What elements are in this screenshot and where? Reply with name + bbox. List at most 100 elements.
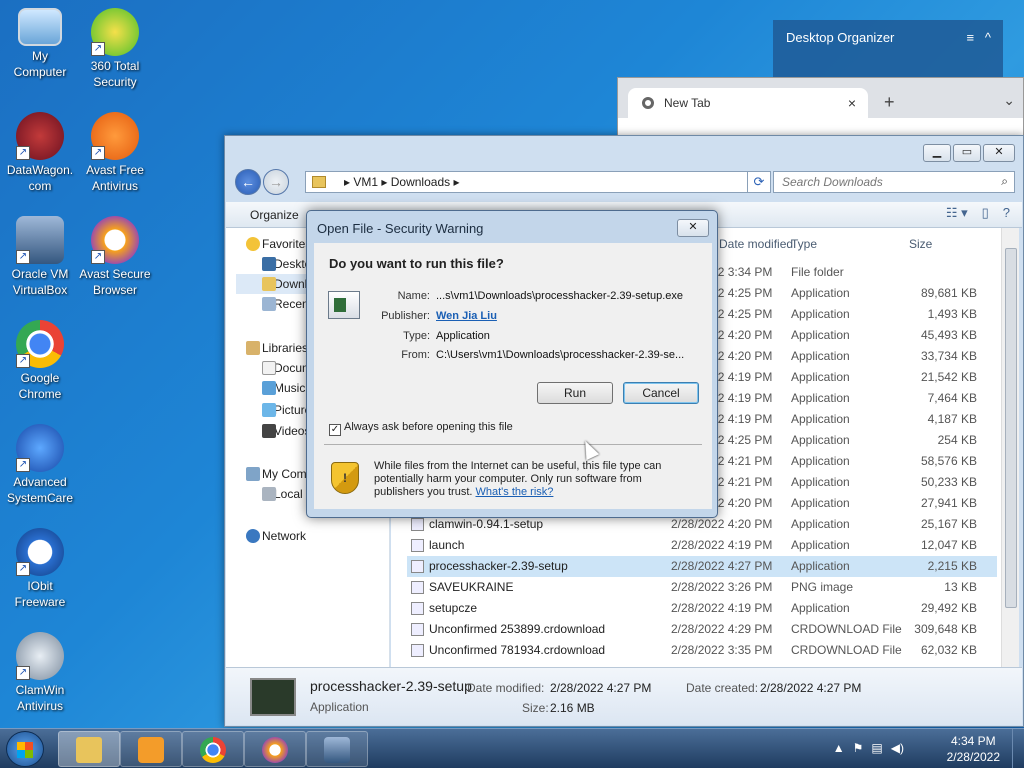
action-center-icon[interactable]: ⚑: [853, 741, 864, 755]
breadcrumb-downloads[interactable]: Downloads: [391, 175, 450, 189]
file-size: 1,493 KB: [927, 307, 977, 321]
chrome-tab-new-tab[interactable]: New Tab ×: [628, 88, 868, 118]
volume-icon[interactable]: ◀): [891, 741, 904, 755]
search-placeholder: Search Downloads: [782, 175, 883, 189]
warning-text: While files from the Internet can be use…: [374, 460, 662, 498]
file-size: 58,576 KB: [920, 454, 977, 468]
clock[interactable]: 4:34 PM 2/28/2022: [947, 733, 1000, 765]
file-icon: [411, 560, 424, 573]
name-value: ...s\vm1\Downloads\processhacker-2.39-se…: [436, 290, 684, 302]
always-ask-checkbox[interactable]: ✓ Always ask before opening this file: [329, 421, 513, 436]
new-tab-button[interactable]: +: [884, 92, 895, 113]
taskbar-avast-browser[interactable]: [244, 731, 306, 767]
close-tab-icon[interactable]: ×: [848, 95, 856, 111]
file-type: Application: [791, 370, 850, 384]
file-date-modified: 2/28/2022 4:19 PM: [671, 538, 773, 552]
help-icon[interactable]: ?: [1003, 205, 1010, 221]
documents-icon: [262, 361, 276, 375]
table-row[interactable]: Unconfirmed 781934.crdownload 2/28/2022 3…: [407, 640, 997, 661]
network-icon[interactable]: ▤: [871, 741, 882, 755]
file-date-modified: 2/28/2022 4:27 PM: [671, 559, 773, 573]
refresh-button[interactable]: ⟳: [747, 171, 771, 193]
close-button[interactable]: ✕: [983, 144, 1015, 162]
file-preview-icon: [250, 678, 296, 716]
preview-pane-icon[interactable]: ▯: [982, 205, 989, 221]
organize-button[interactable]: Organize: [250, 208, 299, 222]
desktop-icon-datawagon[interactable]: ↗ DataWagon. com: [0, 112, 80, 194]
desktop-icon-iobit-freeware[interactable]: ↗ IObit Freeware: [0, 528, 80, 610]
file-icon: [411, 644, 424, 657]
details-size-value: 2.16 MB: [550, 701, 595, 715]
music-icon: [262, 381, 276, 395]
file-type: Application: [791, 286, 850, 300]
desktop-icon-google-chrome[interactable]: ↗ Google Chrome: [0, 320, 80, 402]
table-row[interactable]: SAVEUKRAINE 2/28/2022 3:26 PM PNG image 13 …: [407, 577, 997, 598]
desktop-icon-avast-secure-browser[interactable]: ↗ Avast Secure Browser: [75, 216, 155, 298]
desktop-icon-virtualbox[interactable]: ↗ Oracle VM VirtualBox: [0, 216, 80, 298]
nav-network[interactable]: Network: [236, 526, 386, 546]
column-size[interactable]: Size: [909, 237, 932, 251]
system-tray: ▲ ⚑ ▤ ◀): [833, 741, 904, 755]
file-size: 21,542 KB: [920, 370, 977, 384]
menu-icon[interactable]: ≡: [966, 30, 974, 45]
360-security-icon: ↗: [91, 8, 139, 56]
taskbar: ▲ ⚑ ▤ ◀) 4:34 PM 2/28/2022: [0, 728, 1024, 768]
forward-button[interactable]: →: [263, 169, 289, 195]
window-controls: ▁ ▭ ✕: [923, 144, 1015, 162]
avast-browser-icon: ↗: [91, 216, 139, 264]
file-type: Application: [791, 496, 850, 510]
desktop-icon-avast-free-antivirus[interactable]: ↗ Avast Free Antivirus: [75, 112, 155, 194]
chrome-tab-icon: [642, 97, 654, 109]
collapse-icon[interactable]: ^: [985, 30, 991, 45]
desktop-icon-my-computer[interactable]: My Computer: [0, 8, 80, 80]
maximize-button[interactable]: ▭: [953, 144, 981, 162]
desktop-icon-advanced-systemcare[interactable]: ↗ Advanced SystemCare: [0, 424, 80, 506]
network-icon: [246, 529, 260, 543]
clamwin-icon: ↗: [16, 632, 64, 680]
checkbox-checked-icon[interactable]: ✓: [329, 424, 341, 436]
taskbar-media-player[interactable]: [120, 731, 182, 767]
cancel-button[interactable]: Cancel: [623, 382, 699, 404]
file-size: 25,167 KB: [920, 517, 977, 531]
file-name: processhacker-2.39-setup: [429, 559, 568, 573]
show-desktop-button[interactable]: [1012, 729, 1024, 768]
shield-warning-icon: !: [331, 462, 359, 494]
table-row[interactable]: launch 2/28/2022 4:19 PM Application 12,047…: [407, 535, 997, 556]
address-bar[interactable]: ▸ VM1 ▸ Downloads ▸ ▼: [305, 171, 761, 193]
search-input[interactable]: Search Downloads ⌕: [773, 171, 1015, 193]
pictures-icon: [262, 403, 276, 417]
vertical-scrollbar[interactable]: [1001, 228, 1019, 667]
publisher-link[interactable]: Wen Jia Liu: [436, 310, 497, 322]
table-row[interactable]: processhacker-2.39-setup 2/28/2022 4:27 P…: [407, 556, 997, 577]
column-type[interactable]: Type: [791, 237, 817, 251]
run-button[interactable]: Run: [537, 382, 613, 404]
file-name: setupcze: [429, 601, 478, 615]
dialog-close-button[interactable]: ✕: [677, 219, 709, 237]
table-row[interactable]: setupcze 2/28/2022 4:19 PM Application 29,4…: [407, 598, 997, 619]
taskbar-virtualbox[interactable]: [306, 731, 368, 767]
table-row[interactable]: Unconfirmed 253899.crdownload 2/28/2022 4…: [407, 619, 997, 640]
breadcrumb-vm1[interactable]: VM1: [353, 175, 378, 189]
file-type: CRDOWNLOAD File: [791, 643, 902, 657]
show-hidden-icons[interactable]: ▲: [833, 741, 845, 755]
tab-search-icon[interactable]: ⌄: [1003, 92, 1015, 109]
taskbar-explorer[interactable]: [58, 731, 120, 767]
back-button[interactable]: ←: [235, 169, 261, 195]
clock-time: 4:34 PM: [950, 734, 996, 748]
chrome-icon: ↗: [16, 320, 64, 368]
details-size-label: Size:: [522, 701, 549, 715]
file-type: Application: [791, 328, 850, 342]
minimize-button[interactable]: ▁: [923, 144, 951, 162]
file-type: Application: [791, 349, 850, 363]
file-size: 27,941 KB: [920, 496, 977, 510]
taskbar-chrome[interactable]: [182, 731, 244, 767]
start-button[interactable]: [6, 731, 44, 767]
view-options-icon[interactable]: ☷ ▾: [946, 205, 968, 221]
desktop-icon-360-total-security[interactable]: ↗ 360 Total Security: [75, 8, 155, 90]
scrollbar-thumb[interactable]: [1005, 248, 1017, 608]
security-warning-dialog[interactable]: Open File - Security Warning ✕ Do you wa…: [306, 210, 718, 518]
whats-the-risk-link[interactable]: What's the risk?: [476, 486, 554, 498]
clock-date: 2/28/2022: [946, 750, 1000, 764]
column-date-modified[interactable]: Date modified: [719, 237, 793, 251]
desktop-icon-clamwin[interactable]: ↗ ClamWin Antivirus: [0, 632, 80, 714]
